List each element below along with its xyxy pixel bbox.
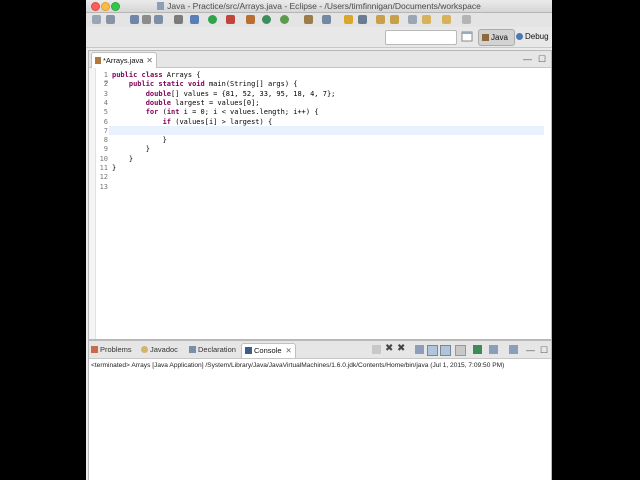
- forward-icon[interactable]: [442, 15, 451, 24]
- clear-console-icon[interactable]: [415, 345, 424, 354]
- tab-console[interactable]: Console ✕: [241, 343, 296, 358]
- maximize-editor-icon[interactable]: ☐: [538, 54, 546, 64]
- open-console-icon[interactable]: [509, 345, 518, 354]
- code-line[interactable]: double[] values = {81, 52, 33, 95, 18, 4…: [112, 90, 336, 98]
- tab-declaration[interactable]: Declaration: [189, 344, 236, 356]
- code-line[interactable]: double largest = values[0];: [112, 99, 260, 107]
- open-type-icon[interactable]: [304, 15, 313, 24]
- terminate-icon[interactable]: [372, 345, 381, 354]
- debug-perspective-button[interactable]: Debug: [514, 29, 552, 44]
- title-bar: Java - Practice/src/Arrays.java - Eclips…: [86, 0, 552, 13]
- window-title-container: Java - Practice/src/Arrays.java - Eclips…: [86, 0, 552, 12]
- quick-access-input[interactable]: [385, 30, 457, 45]
- code-line[interactable]: for (int i = 0; i < values.length; i++) …: [112, 108, 319, 116]
- code-line[interactable]: }: [112, 145, 150, 153]
- tab-console-label: Console: [254, 346, 282, 355]
- java-file-icon: [95, 57, 101, 64]
- code-line[interactable]: }: [112, 136, 167, 144]
- line-number: 12: [99, 173, 108, 182]
- tab-problems-label: Problems: [100, 345, 132, 354]
- remove-launch-icon[interactable]: ✖: [385, 344, 394, 354]
- new-class-icon[interactable]: [280, 15, 289, 24]
- console-panel: Problems Javadoc Declaration Console ✕ ✖ …: [88, 340, 552, 480]
- line-number: 8: [103, 136, 108, 145]
- display-selected-console-icon[interactable]: [489, 345, 498, 354]
- perspective-bar: Java Debug: [86, 27, 552, 48]
- close-console-icon[interactable]: ✕: [286, 346, 292, 355]
- line-number: 7: [103, 126, 108, 135]
- line-number: 6: [103, 117, 108, 126]
- save-icon[interactable]: [130, 15, 139, 24]
- code-editor[interactable]: ⊖ 1 2 3 4 5 6 7 8 9 10 11 12 13 public class Arrays …: [89, 68, 551, 339]
- print-icon[interactable]: [154, 15, 163, 24]
- ruler: [89, 68, 96, 339]
- last-edit-location-icon[interactable]: [408, 15, 417, 24]
- next-annotation-icon[interactable]: [376, 15, 385, 24]
- line-number: 10: [99, 154, 108, 163]
- tab-declaration-label: Declaration: [198, 345, 236, 354]
- tab-javadoc[interactable]: Javadoc: [141, 344, 178, 356]
- javadoc-icon: [141, 346, 148, 353]
- external-tools-icon[interactable]: [226, 15, 235, 24]
- window-title: Java - Practice/src/Arrays.java - Eclips…: [167, 1, 481, 11]
- minimize-console-icon[interactable]: —: [526, 345, 535, 355]
- tab-problems[interactable]: Problems: [91, 344, 132, 356]
- line-number: 3: [103, 89, 108, 98]
- close-tab-icon[interactable]: ✕: [146, 53, 153, 68]
- word-wrap-icon[interactable]: [440, 345, 451, 356]
- line-number: 9: [103, 145, 108, 154]
- console-status-line: <terminated> Arrays [Java Application] /…: [91, 362, 505, 369]
- skip-breakpoints-icon[interactable]: [174, 15, 183, 24]
- annotation-icon[interactable]: [344, 15, 353, 24]
- main-toolbar: [86, 13, 552, 27]
- new-java-project-icon[interactable]: [246, 15, 255, 24]
- java-perspective-button[interactable]: Java: [478, 29, 515, 46]
- minimize-editor-icon[interactable]: —: [523, 54, 532, 64]
- scroll-lock-icon[interactable]: [427, 345, 438, 356]
- java-perspective-icon: [482, 34, 489, 41]
- debug-icon[interactable]: [190, 15, 199, 24]
- code-line[interactable]: if (values[i] > largest) {: [112, 118, 273, 126]
- forward-arrow-icon[interactable]: [462, 15, 471, 24]
- show-console-output-icon[interactable]: [455, 345, 466, 356]
- code-line[interactable]: }: [112, 155, 133, 163]
- code-line[interactable]: public static void main(String[] args) {: [112, 80, 298, 88]
- debug-perspective-label: Debug: [525, 32, 549, 41]
- run-icon[interactable]: [208, 15, 217, 24]
- open-icon[interactable]: [106, 15, 115, 24]
- pin-console-icon[interactable]: [473, 345, 482, 354]
- eclipse-window: Java - Practice/src/Arrays.java - Eclips…: [86, 0, 552, 480]
- editor-tab-label: *Arrays.java: [103, 56, 144, 65]
- new-icon[interactable]: [92, 15, 101, 24]
- code-line[interactable]: }: [112, 164, 116, 172]
- maximize-console-icon[interactable]: ☐: [540, 345, 548, 355]
- line-number: 5: [103, 108, 108, 117]
- toggle-mark-icon[interactable]: [358, 15, 367, 24]
- code-line[interactable]: public class Arrays {: [112, 71, 201, 79]
- tab-javadoc-label: Javadoc: [150, 345, 178, 354]
- line-number: 4: [103, 98, 108, 107]
- debug-perspective-icon: [516, 33, 523, 40]
- previous-annotation-icon[interactable]: [390, 15, 399, 24]
- bottom-tab-bar: Problems Javadoc Declaration Console ✕ ✖ …: [89, 341, 551, 359]
- editor-panel: *Arrays.java ✕ — ☐ ⊖ 1 2 3 4 5 6 7 8 9 10 11 12 13 pu…: [88, 50, 552, 340]
- save-all-icon[interactable]: [142, 15, 151, 24]
- java-perspective-label: Java: [491, 33, 508, 42]
- remove-all-terminated-icon[interactable]: ✖: [397, 344, 406, 354]
- java-file-icon: [157, 2, 165, 10]
- line-number: 11: [99, 164, 108, 172]
- console-icon: [245, 347, 252, 354]
- new-package-icon[interactable]: [262, 15, 271, 24]
- editor-tab-arrays[interactable]: *Arrays.java ✕: [91, 52, 157, 68]
- line-number: 2: [103, 80, 108, 89]
- line-number: 13: [99, 182, 108, 191]
- open-perspective-icon[interactable]: [461, 30, 474, 43]
- problems-icon: [91, 346, 98, 353]
- current-line-highlight: [109, 126, 544, 135]
- declaration-icon: [189, 346, 196, 353]
- search-icon[interactable]: [322, 15, 331, 24]
- editor-tab-bar: *Arrays.java ✕ — ☐: [89, 51, 551, 68]
- back-icon[interactable]: [422, 15, 431, 24]
- line-number: 1: [103, 71, 108, 79]
